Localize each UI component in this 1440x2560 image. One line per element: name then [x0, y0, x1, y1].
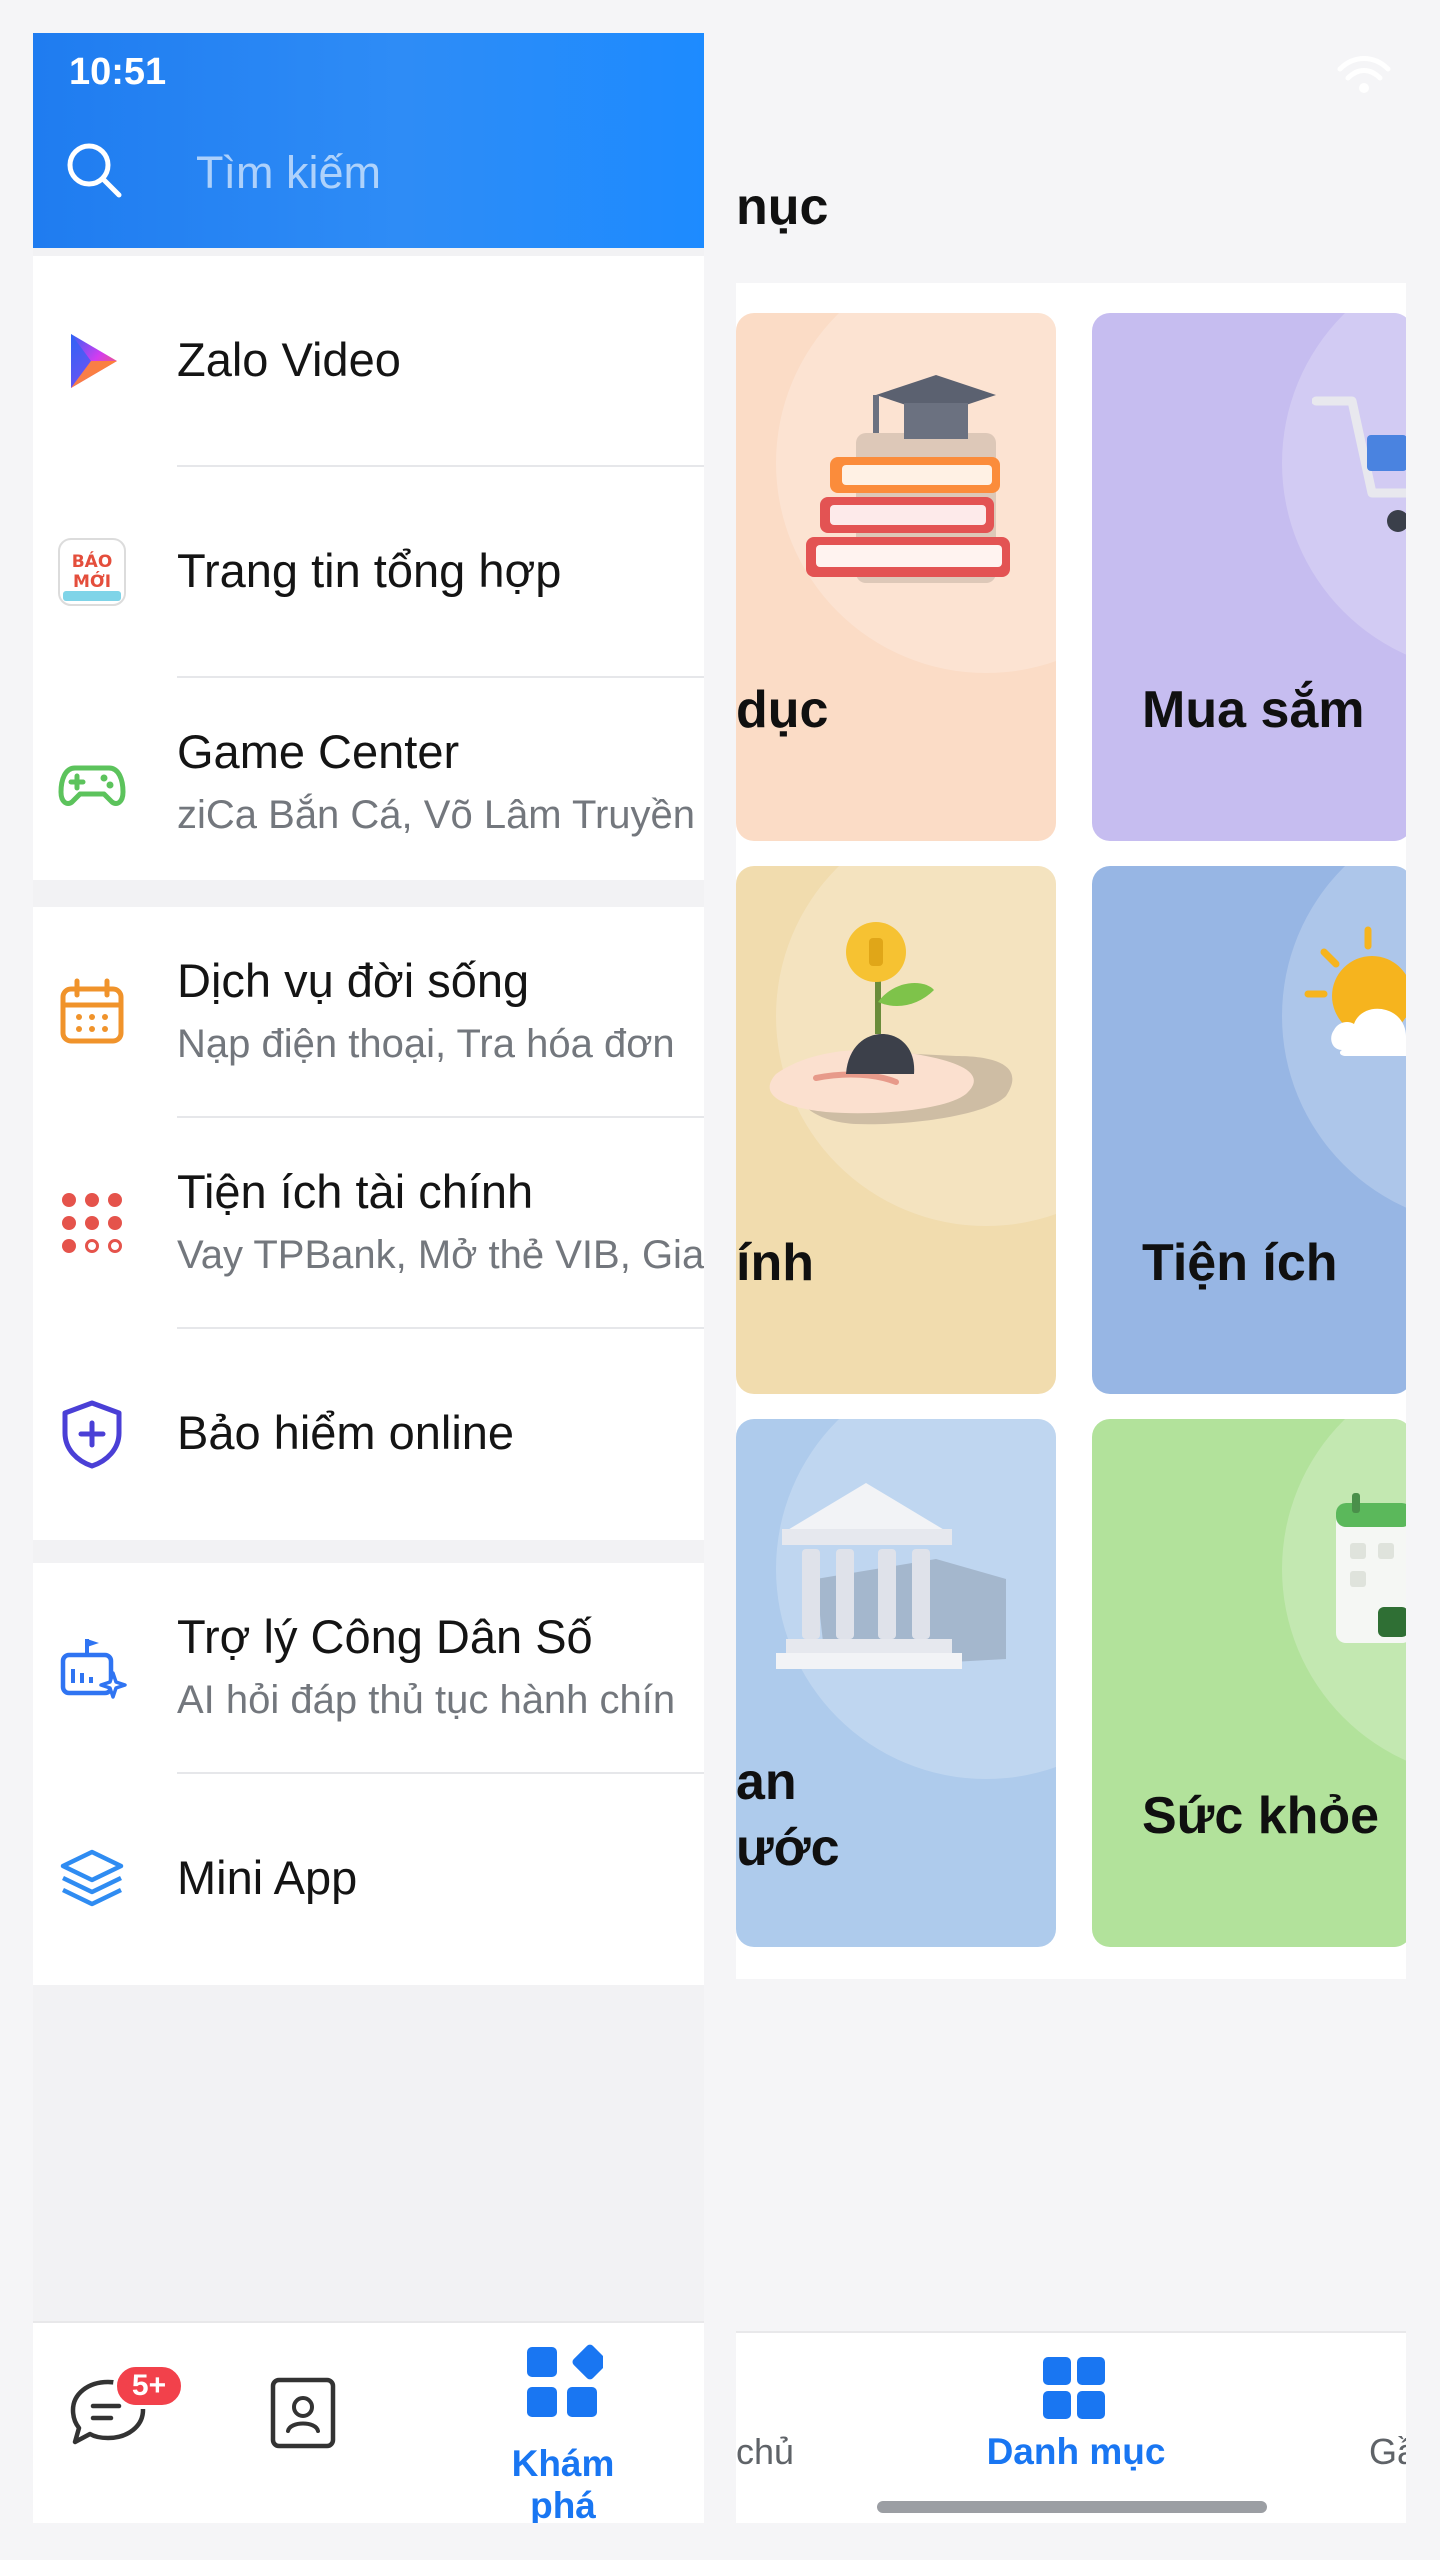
books-icon: [806, 375, 1010, 583]
money-plant-icon: [769, 922, 1013, 1125]
unread-badge: 5+: [113, 2363, 185, 2409]
category-panel: nục dục Mua sắm ính Tiện ích an ước Sức …: [736, 33, 1406, 2523]
category-card-government[interactable]: an ước: [736, 1419, 1056, 1947]
category-card-shopping[interactable]: Mua sắm: [1092, 313, 1406, 841]
bao-moi-icon: BÁO MỚI: [58, 538, 126, 606]
menu-item-title: Dịch vụ đời sống: [177, 954, 530, 1007]
category-card-finance[interactable]: ính: [736, 866, 1056, 1394]
menu-item-subtitle: ziCa Bắn Cá, Võ Lâm Truyền: [177, 793, 696, 837]
layers-icon: [60, 1849, 124, 1907]
category-header: nục: [736, 33, 1406, 283]
menu-item-news[interactable]: BÁO MỚI Trang tin tổng hợp: [33, 467, 704, 678]
category-card-education[interactable]: dục: [736, 313, 1056, 841]
tab-category[interactable]: Danh mục: [966, 2431, 1186, 2473]
menu-item-title: Tiện ích tài chính: [177, 1165, 534, 1218]
menu-group-media: Zalo Video BÁO MỚI Trang tin tổng hợp Ga…: [33, 256, 704, 880]
bao-moi-text-2: MỚI: [73, 570, 111, 592]
category-card-utilities[interactable]: Tiện ích: [1092, 866, 1406, 1394]
bank-building-icon: [776, 1483, 1006, 1669]
menu-item-finance[interactable]: Tiện ích tài chính Vay TPBank, Mở thẻ VI…: [33, 1118, 704, 1329]
menu-item-game-center[interactable]: Game Center ziCa Bắn Cá, Võ Lâm Truyền: [33, 678, 704, 880]
menu-item-title: Trợ lý Công Dân Số: [177, 1610, 593, 1663]
category-grid-icon[interactable]: [1041, 2355, 1107, 2421]
menu-group-tools: Trợ lý Công Dân Số AI hỏi đáp thủ tục hà…: [33, 1563, 704, 1985]
category-card-health[interactable]: Sức khỏe: [1092, 1419, 1406, 1947]
bottom-nav: 5+ Khám phá: [33, 2321, 704, 2523]
card-label: Sức khỏe: [1142, 1787, 1380, 1845]
menu-item-mini-app[interactable]: Mini App: [33, 1774, 704, 1985]
wifi-icon: [1337, 56, 1391, 93]
calendar-icon: [60, 978, 124, 1044]
status-time: 10:51: [69, 51, 167, 93]
menu-item-life-services[interactable]: Dịch vụ đời sống Nạp điện thoại, Tra hóa…: [33, 907, 704, 1118]
explore-panel: 10:51 Tìm kiếm Zalo Video BÁO MỚI Trang …: [33, 33, 704, 2523]
search-icon[interactable]: [63, 139, 127, 203]
menu-item-title: Trang tin tổng hợp: [177, 544, 562, 597]
menu-item-title: Game Center: [177, 725, 460, 778]
card-label: an ước: [736, 1753, 840, 1877]
card-label: Mua sắm: [1142, 681, 1365, 739]
menu-item-title: Zalo Video: [177, 333, 401, 386]
menu-item-title: Mini App: [177, 1851, 358, 1904]
zalo-video-icon: [71, 334, 117, 388]
menu-item-insurance[interactable]: Bảo hiểm online: [33, 1329, 704, 1540]
tab-explore[interactable]: Khám phá: [478, 2443, 648, 2523]
menu-item-title: Bảo hiểm online: [177, 1406, 515, 1459]
gamepad-icon: [58, 765, 126, 806]
tab-home[interactable]: chủ: [736, 2431, 794, 2473]
shield-plus-icon: [62, 1400, 122, 1469]
menu-group-services: Dịch vụ đời sống Nạp điện thoại, Tra hóa…: [33, 907, 704, 1540]
weather-icon: [1304, 926, 1406, 1056]
dots-grid-icon: [62, 1193, 122, 1253]
card-label: Tiện ích: [1142, 1234, 1338, 1292]
cart-icon: [1312, 396, 1406, 532]
header-bar: 10:51 Tìm kiếm: [33, 33, 704, 248]
home-indicator: [877, 2501, 1267, 2513]
category-grid: dục Mua sắm ính Tiện ích an ước Sức khỏe: [736, 283, 1406, 1979]
card-label: dục: [736, 681, 829, 739]
tab-recent[interactable]: Gầ: [1369, 2431, 1406, 2473]
menu-item-subtitle: Nạp điện thoại, Tra hóa đơn: [177, 1022, 675, 1066]
menu-item-citizen-assistant[interactable]: Trợ lý Công Dân Số AI hỏi đáp thủ tục hà…: [33, 1563, 704, 1774]
card-label: ính: [736, 1234, 814, 1292]
search-input[interactable]: Tìm kiếm: [196, 147, 381, 199]
health-calendar-icon: [1336, 1493, 1406, 1643]
menu-item-subtitle: AI hỏi đáp thủ tục hành chín: [177, 1678, 676, 1722]
explore-icon[interactable]: [523, 2343, 603, 2423]
bao-moi-text-1: BÁO: [72, 550, 113, 572]
menu-item-zalo-video[interactable]: Zalo Video: [33, 256, 704, 467]
menu-item-subtitle: Vay TPBank, Mở thẻ VIB, Gia: [177, 1233, 704, 1277]
contacts-icon[interactable]: [268, 2375, 338, 2451]
page-title: nục: [736, 178, 829, 236]
bottom-nav-secondary: chủ Danh mục Gầ: [736, 2331, 1406, 2523]
ai-assistant-icon: [60, 1639, 127, 1699]
